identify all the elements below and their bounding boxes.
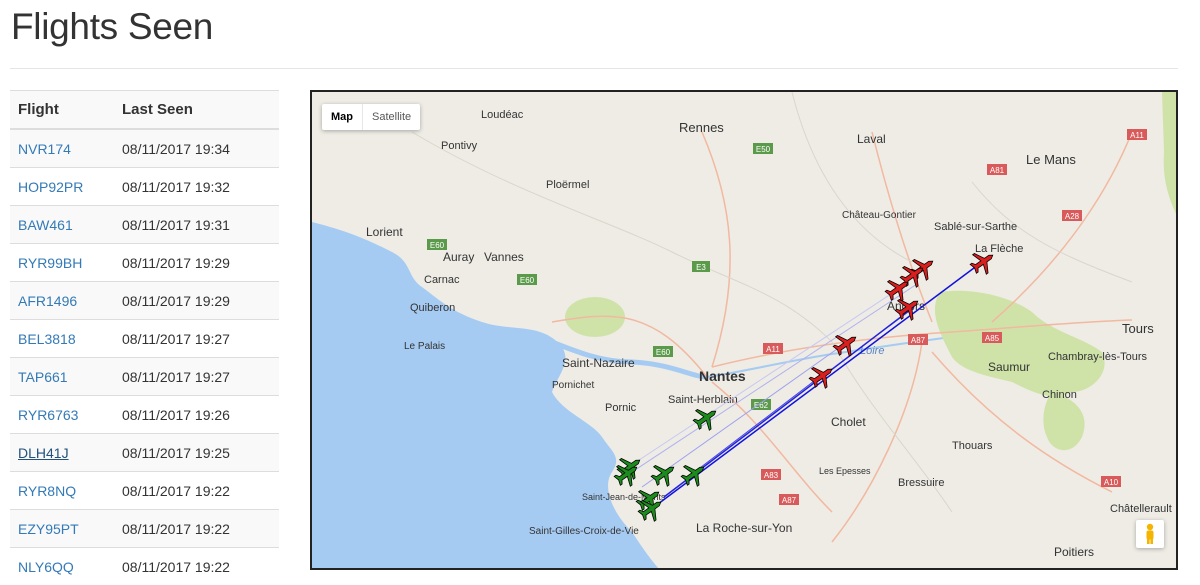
flight-link[interactable]: TAP661 bbox=[18, 369, 68, 385]
street-view-pegman-button[interactable] bbox=[1136, 520, 1164, 548]
city-label: Quiberon bbox=[410, 302, 455, 314]
road-label: A11 bbox=[1130, 131, 1144, 140]
table-row: DLH41J 08/11/2017 19:25 bbox=[10, 434, 279, 472]
last-seen-cell: 08/11/2017 19:22 bbox=[114, 548, 279, 585]
flight-link[interactable]: BAW461 bbox=[18, 217, 73, 233]
road-label: E3 bbox=[696, 263, 706, 272]
flight-link[interactable]: RYR99BH bbox=[18, 255, 82, 271]
road-label: E60 bbox=[430, 241, 445, 250]
road-label: E50 bbox=[756, 145, 771, 154]
table-row: BAW461 08/11/2017 19:31 bbox=[10, 206, 279, 244]
last-seen-cell: 08/11/2017 19:22 bbox=[114, 510, 279, 548]
city-label: Nantes bbox=[699, 368, 746, 384]
flight-map[interactable]: E50 A11 A81 A28 E60 E3 A11 A87 A85 E62 A… bbox=[310, 90, 1178, 570]
city-label: Bressuire bbox=[898, 477, 944, 489]
city-label: Pornichet bbox=[552, 380, 594, 391]
last-seen-cell: 08/11/2017 19:29 bbox=[114, 244, 279, 282]
last-seen-cell: 08/11/2017 19:31 bbox=[114, 206, 279, 244]
road-label: E60 bbox=[656, 348, 671, 357]
flight-link[interactable]: RYR6763 bbox=[18, 407, 78, 423]
city-label: Saint-Herblain bbox=[668, 394, 738, 406]
column-header-last-seen: Last Seen bbox=[114, 91, 279, 130]
last-seen-cell: 08/11/2017 19:27 bbox=[114, 358, 279, 396]
table-header-row: Flight Last Seen bbox=[10, 91, 279, 130]
city-label: Rennes bbox=[679, 120, 724, 135]
road-label: A85 bbox=[985, 334, 1000, 343]
page-title: Flights Seen bbox=[11, 6, 213, 48]
table-row: RYR6763 08/11/2017 19:26 bbox=[10, 396, 279, 434]
column-header-flight: Flight bbox=[10, 91, 114, 130]
table-row: RYR8NQ 08/11/2017 19:22 bbox=[10, 472, 279, 510]
table-row: TAP661 08/11/2017 19:27 bbox=[10, 358, 279, 396]
city-label: Les Epesses bbox=[819, 466, 871, 476]
last-seen-cell: 08/11/2017 19:32 bbox=[114, 168, 279, 206]
city-label: Chinon bbox=[1042, 389, 1077, 401]
last-seen-cell: 08/11/2017 19:25 bbox=[114, 434, 279, 472]
city-label: Cholet bbox=[831, 415, 866, 429]
city-label: Laval bbox=[857, 132, 886, 146]
title-divider bbox=[10, 68, 1178, 69]
flight-link[interactable]: EZY95PT bbox=[18, 521, 79, 537]
road-label: E60 bbox=[520, 276, 535, 285]
road-label: A87 bbox=[911, 336, 926, 345]
map-type-map-button[interactable]: Map bbox=[322, 104, 362, 130]
road-label: A11 bbox=[766, 345, 780, 354]
map-type-control: Map Satellite bbox=[322, 104, 420, 130]
table-row: BEL3818 08/11/2017 19:27 bbox=[10, 320, 279, 358]
table-row: HOP92PR 08/11/2017 19:32 bbox=[10, 168, 279, 206]
city-label: La Roche-sur-Yon bbox=[696, 521, 792, 535]
city-label: Châtellerault bbox=[1110, 503, 1172, 515]
city-label: Loudéac bbox=[481, 109, 524, 121]
road-label: A10 bbox=[1104, 478, 1119, 487]
last-seen-cell: 08/11/2017 19:29 bbox=[114, 282, 279, 320]
last-seen-cell: 08/11/2017 19:34 bbox=[114, 129, 279, 168]
last-seen-cell: 08/11/2017 19:26 bbox=[114, 396, 279, 434]
flight-link[interactable]: NLY6QQ bbox=[18, 559, 74, 575]
pegman-icon bbox=[1136, 520, 1164, 548]
city-label: Le Mans bbox=[1026, 152, 1076, 167]
city-label: Sablé-sur-Sarthe bbox=[934, 221, 1017, 233]
city-label: Chambray-lès-Tours bbox=[1048, 351, 1148, 363]
road-label: A87 bbox=[782, 496, 797, 505]
city-label: Pornic bbox=[605, 402, 637, 414]
city-label: Saint-Gilles-Croix-de-Vie bbox=[529, 526, 639, 537]
city-label: La Flèche bbox=[975, 243, 1023, 255]
table-row: AFR1496 08/11/2017 19:29 bbox=[10, 282, 279, 320]
last-seen-cell: 08/11/2017 19:27 bbox=[114, 320, 279, 358]
flight-link[interactable]: RYR8NQ bbox=[18, 483, 76, 499]
city-label: Pontivy bbox=[441, 140, 478, 152]
road-label: A81 bbox=[990, 166, 1005, 175]
map-canvas[interactable]: E50 A11 A81 A28 E60 E3 A11 A87 A85 E62 A… bbox=[312, 92, 1178, 570]
map-type-satellite-button[interactable]: Satellite bbox=[362, 104, 420, 130]
road-label: A28 bbox=[1065, 212, 1080, 221]
city-label: Ploërmel bbox=[546, 179, 589, 191]
flight-link[interactable]: BEL3818 bbox=[18, 331, 76, 347]
city-label: Poitiers bbox=[1054, 545, 1094, 559]
last-seen-cell: 08/11/2017 19:22 bbox=[114, 472, 279, 510]
city-label: Auray bbox=[443, 250, 474, 264]
city-label: Vannes bbox=[484, 250, 524, 264]
city-label: Thouars bbox=[952, 440, 993, 452]
flights-table: Flight Last Seen NVR17408/11/2017 19:34 … bbox=[10, 90, 279, 585]
city-label: Tours bbox=[1122, 321, 1154, 336]
city-label: Lorient bbox=[366, 225, 403, 239]
flight-link[interactable]: NVR174 bbox=[18, 141, 71, 157]
road-label: A83 bbox=[764, 471, 779, 480]
city-label: Château-Gontier bbox=[842, 210, 917, 221]
flight-link[interactable]: DLH41J bbox=[18, 445, 69, 461]
city-label: Saint-Nazaire bbox=[562, 356, 635, 370]
table-row: NLY6QQ 08/11/2017 19:22 bbox=[10, 548, 279, 585]
table-row: EZY95PT 08/11/2017 19:22 bbox=[10, 510, 279, 548]
city-label: Carnac bbox=[424, 274, 460, 286]
flight-link[interactable]: AFR1496 bbox=[18, 293, 77, 309]
flight-link[interactable]: HOP92PR bbox=[18, 179, 83, 195]
table-row: RYR99BH 08/11/2017 19:29 bbox=[10, 244, 279, 282]
table-row: NVR174 08/11/2017 19:34 bbox=[10, 129, 279, 168]
city-label: Le Palais bbox=[404, 341, 445, 352]
city-label: Saumur bbox=[988, 360, 1030, 374]
